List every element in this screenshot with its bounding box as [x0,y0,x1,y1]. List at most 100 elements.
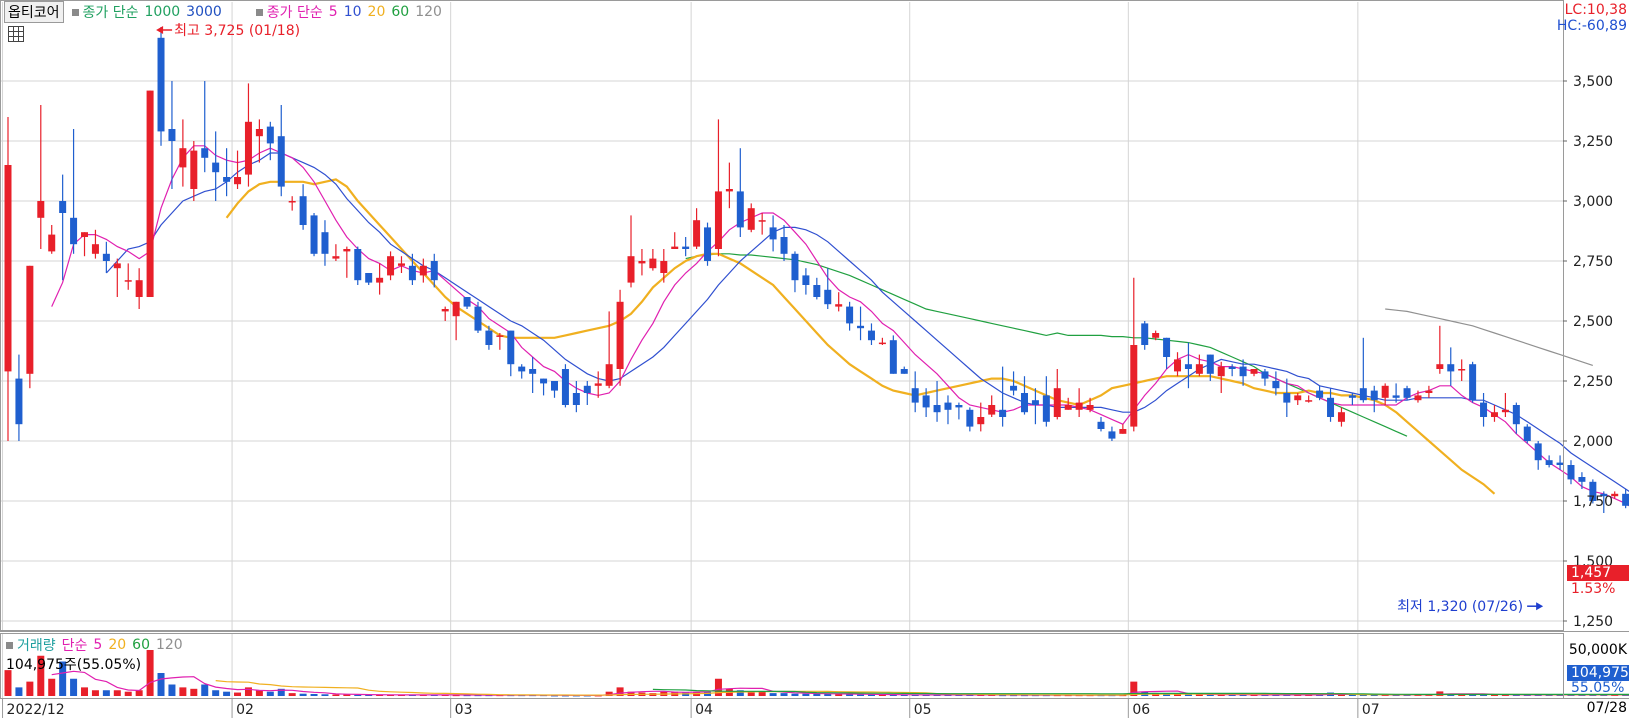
candle-body [1010,385,1018,391]
candle-body [999,409,1007,417]
candle-body [70,217,78,245]
ma-period-5[interactable]: 5 [329,4,338,20]
volume-bar [91,690,99,696]
candle-body [288,201,296,203]
candle-body [1480,402,1488,417]
grid-toggle-icon[interactable] [8,26,24,42]
candle-body [1490,412,1498,417]
candle-body [813,285,821,297]
candle-body [911,388,919,403]
volume-ma-period-60[interactable]: 60 [132,637,150,653]
candle-body [1184,364,1192,369]
candle-body [518,366,526,372]
ma-period-20[interactable]: 20 [368,4,386,20]
candle-body [343,249,351,252]
candle-body [37,201,45,218]
candle-body [922,395,930,408]
candle-body [4,165,12,372]
candle-body [671,246,679,249]
candle-body [419,265,427,276]
volume-ma-label[interactable]: 단순 [62,635,88,655]
last-price-badge: 1,457 [1567,565,1629,581]
candle-body [452,301,460,317]
candle-body [1272,381,1280,389]
candle-body [179,148,187,168]
volume-title[interactable]: 거래량 [17,635,56,655]
candle-body [758,220,766,222]
ma-short-label[interactable]: 종가 단순 [267,2,323,22]
volume-bar [802,693,810,696]
volume-bar [234,692,242,696]
candle-body [835,304,843,307]
candle-body [474,306,482,331]
ma-long-period-1000[interactable]: 1000 [145,4,181,20]
volume-bar [299,693,307,696]
volume-axis-top: 50,000K [1568,642,1627,658]
candle-body [26,265,34,374]
candle-body [113,263,121,269]
candle-body [583,385,591,393]
candle-body [1206,354,1214,374]
candle-body [966,409,974,427]
candle-body [299,196,307,225]
volume-bar [190,688,198,696]
ma-period-10[interactable]: 10 [344,4,362,20]
candle-body [1556,462,1564,465]
candle-body [1020,393,1028,413]
x-month-label: 06 [1132,702,1150,718]
y-tick-label: 2,750 [1573,254,1613,270]
candle-body [1119,429,1127,434]
candle-body [1348,395,1356,398]
volume-bar [102,690,110,696]
candle-body [551,381,558,391]
candle-body [81,232,89,237]
volume-bar [769,693,777,696]
candle [310,213,318,257]
volume-bar [310,693,318,696]
candle-body [1283,393,1291,403]
ma-period-120[interactable]: 120 [415,4,442,20]
candle [354,246,362,285]
candle-body [1359,388,1367,401]
candle-body [867,330,875,341]
candle-body [1174,359,1182,372]
y-tick-label: 3,500 [1573,74,1613,90]
candle-body [649,258,657,269]
volume-bar [244,687,252,696]
candle [889,335,897,374]
candle-body [1108,431,1116,439]
price-chart[interactable]: 3,500 3,250 3,000 2,750 2,500 2,250 2,000 1,750… [0,0,1629,718]
candle-body [1381,385,1389,398]
candle-body [769,227,777,240]
candle-body [1337,412,1345,422]
low-label: 최저 1,320 (07/26) [1397,599,1523,615]
legend-square-icon [6,641,13,649]
volume-bar [1337,694,1345,696]
candle-body [190,150,198,189]
ma-long-period-3000[interactable]: 3000 [186,4,222,20]
candle [1523,424,1531,444]
candle-body [1294,395,1302,401]
volume-ma-period-120[interactable]: 120 [156,637,183,653]
volume-bar [179,687,187,696]
candle-body [15,378,23,425]
candle-body [365,273,373,283]
candle-body [889,340,897,374]
candle-body [780,237,788,254]
ma-period-60[interactable]: 60 [391,4,409,20]
candle-body [48,234,56,252]
candle-body [441,309,449,312]
stock-name-button[interactable]: 옵티코어 [4,1,64,23]
candle-body [1141,323,1149,345]
volume-bar [168,684,176,696]
candle-body [1228,366,1236,369]
ma-long-label[interactable]: 종가 단순 [83,2,139,22]
candle-body [1414,395,1422,401]
volume-ma-period-5[interactable]: 5 [93,637,102,653]
x-month-label: 03 [455,702,473,718]
volume-ma-period-20[interactable]: 20 [108,637,126,653]
candle-body [496,335,504,337]
volume-bar [146,650,154,696]
lc-readout: LC:10,38 [1564,2,1627,18]
x-month-label: 2022/12 [7,702,65,718]
